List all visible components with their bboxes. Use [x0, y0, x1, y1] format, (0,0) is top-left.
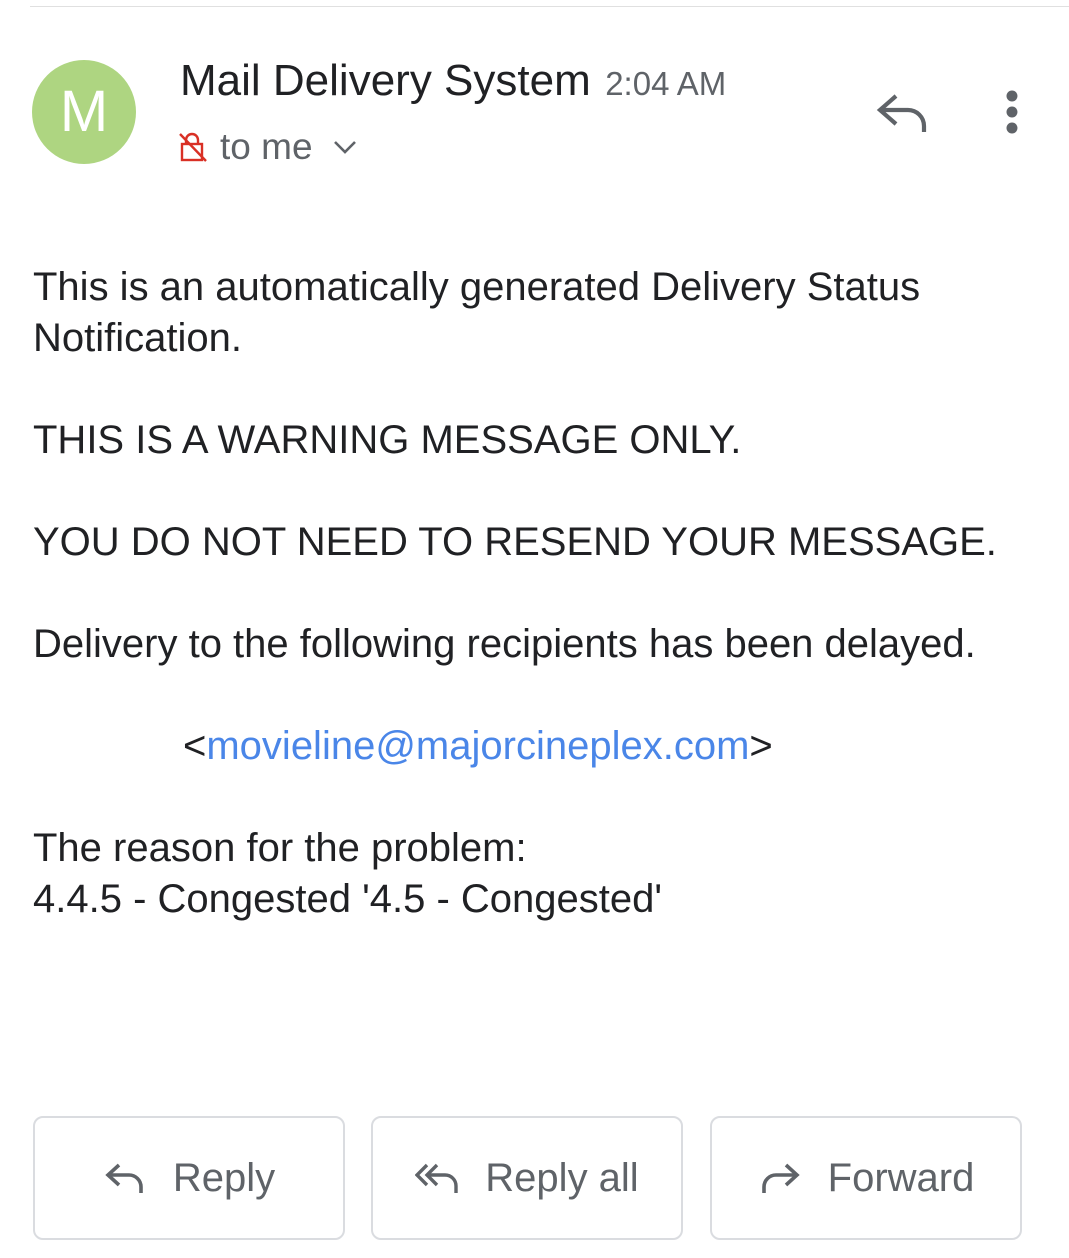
reply-all-button[interactable]: Reply all — [371, 1116, 683, 1240]
reply-all-button-label: Reply all — [485, 1155, 639, 1200]
recipient-details-toggle[interactable]: to me — [178, 126, 359, 168]
email-open-bracket: < — [183, 724, 207, 768]
more-vert-icon[interactable] — [990, 86, 1034, 138]
email-close-bracket: > — [749, 724, 773, 768]
sender-line: Mail Delivery System 2:04 AM — [180, 56, 726, 106]
sender-name: Mail Delivery System — [180, 56, 591, 105]
reply-icon — [105, 1163, 143, 1193]
body-paragraph: THIS IS A WARNING MESSAGE ONLY. — [33, 418, 742, 462]
forward-button[interactable]: Forward — [710, 1116, 1022, 1240]
avatar-initial: M — [59, 79, 109, 144]
reply-button-label: Reply — [172, 1155, 276, 1200]
recipient-email-link[interactable]: movieline@majorcineplex.com — [206, 724, 749, 768]
delayed-recipient-line: <movieline@majorcineplex.com> — [33, 721, 1033, 772]
top-divider — [30, 6, 1069, 7]
forward-icon — [761, 1163, 800, 1193]
message-time: 2:04 AM — [605, 65, 727, 102]
reason-block: The reason for the problem: 4.4.5 - Cong… — [33, 823, 1033, 925]
recipient-label: to me — [220, 126, 313, 167]
message-body: This is an automatically generated Deliv… — [33, 262, 1033, 976]
forward-button-label: Forward — [827, 1155, 975, 1200]
reason-detail: 4.4.5 - Congested '4.5 - Congested' — [33, 877, 663, 921]
reply-icon[interactable] — [872, 88, 930, 136]
reply-all-icon — [415, 1163, 458, 1193]
reply-button[interactable]: Reply — [33, 1116, 345, 1240]
body-paragraph: Delivery to the following recipients has… — [33, 622, 976, 666]
chevron-down-icon — [333, 141, 356, 154]
sender-avatar[interactable]: M — [32, 60, 136, 164]
body-paragraph: This is an automatically generated Deliv… — [33, 265, 921, 360]
reason-label: The reason for the problem: — [33, 826, 527, 870]
unencrypted-lock-icon — [179, 132, 207, 162]
body-paragraph: YOU DO NOT NEED TO RESEND YOUR MESSAGE. — [33, 520, 997, 564]
